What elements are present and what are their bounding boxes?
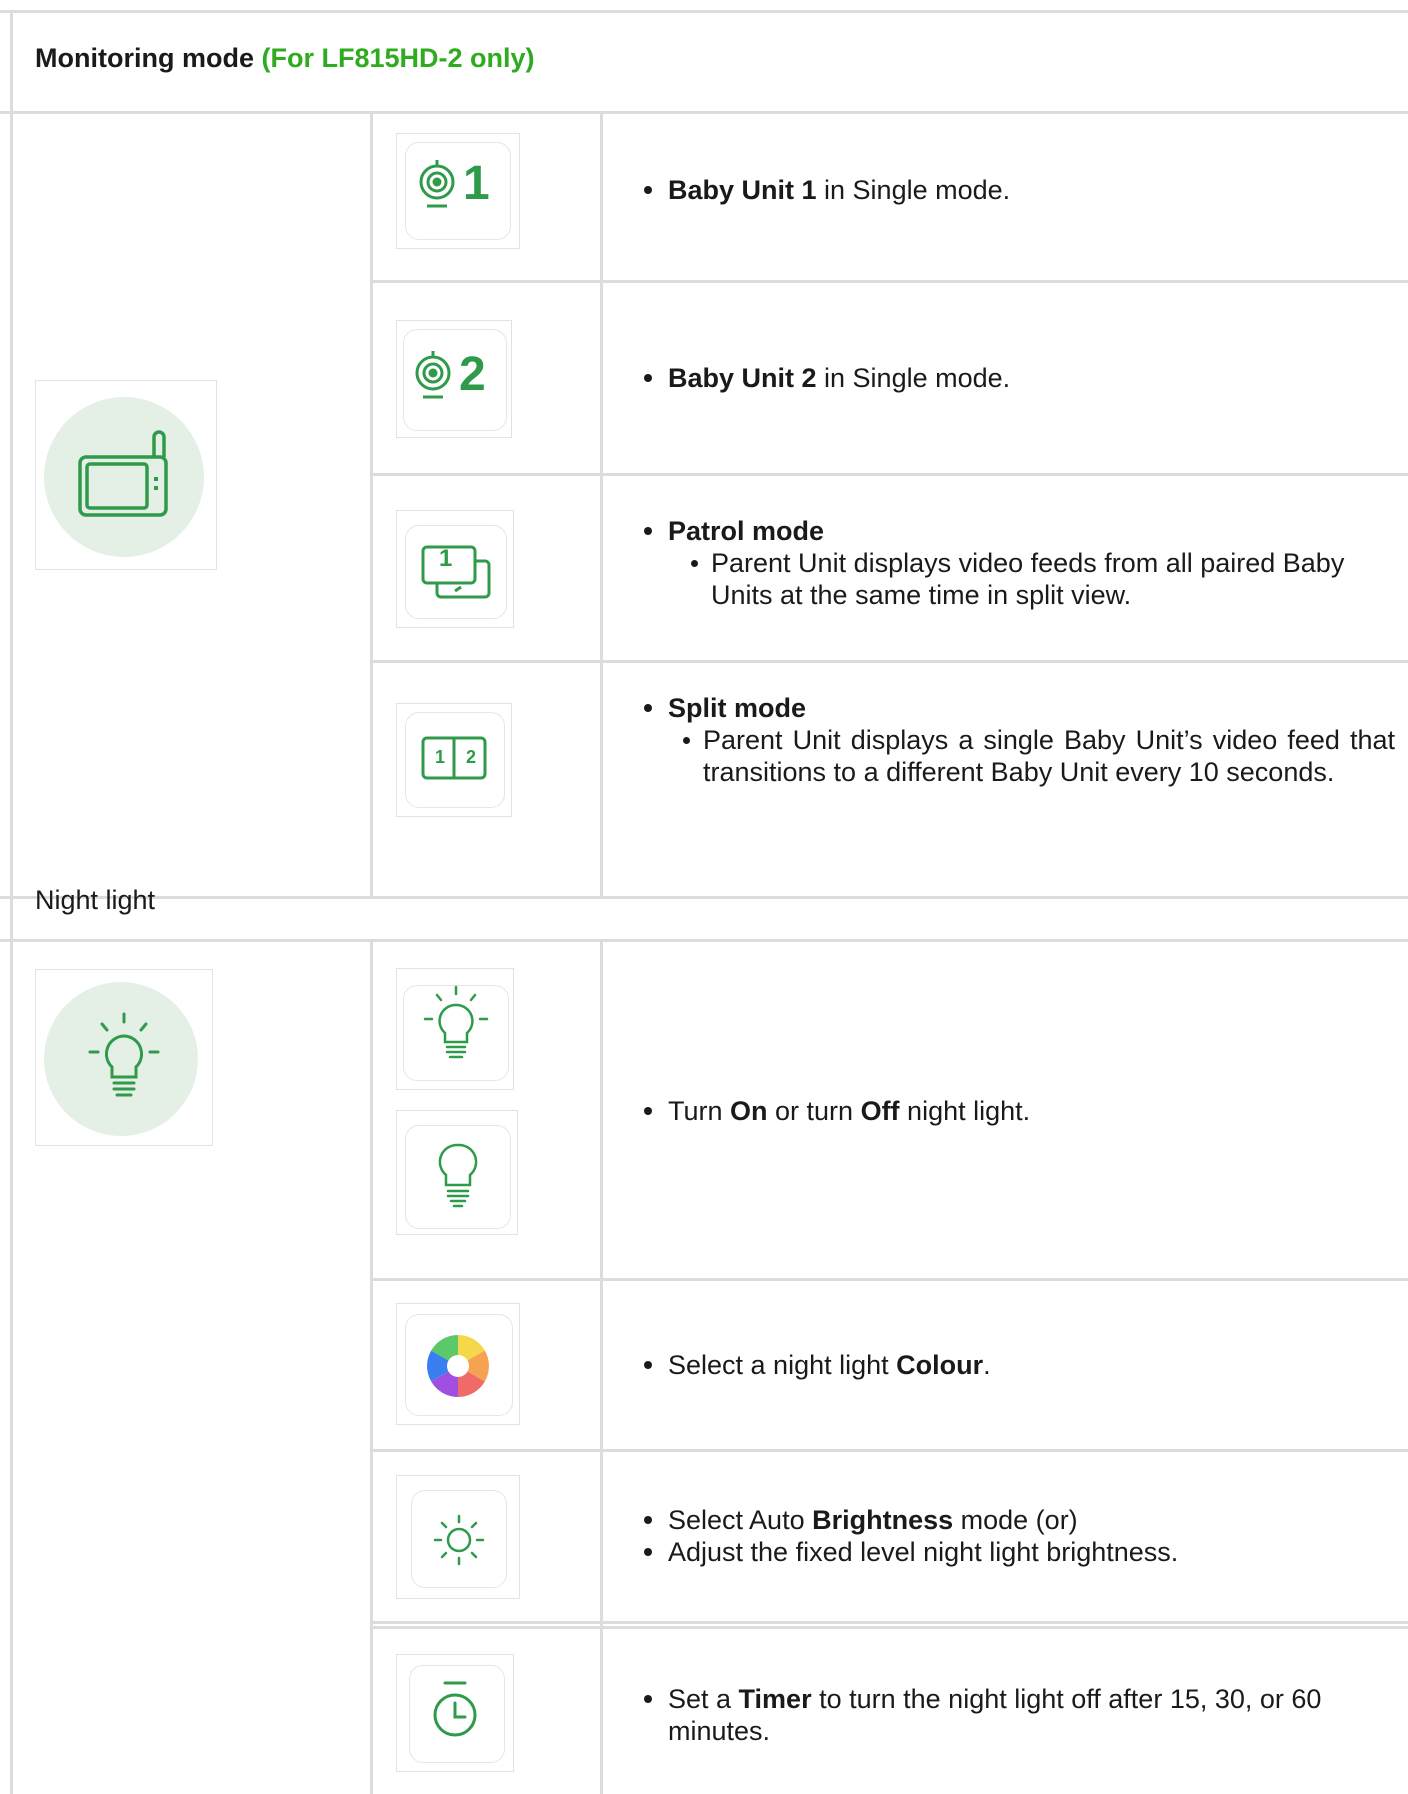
- row-divider: [370, 1278, 1408, 1281]
- patrol-mode-icon-box[interactable]: 1: [396, 510, 514, 628]
- baby-unit-1-icon-box[interactable]: 1: [396, 133, 520, 249]
- night-light-heading: Night light: [35, 885, 156, 915]
- patrol-icon-label: 1: [439, 545, 453, 572]
- parent-unit-icon-box: [35, 380, 217, 570]
- patrol-mode-icon: [421, 545, 491, 599]
- night-light-icon-box: [35, 969, 213, 1146]
- row-divider: [370, 1449, 1408, 1452]
- parent-unit-icon: [78, 430, 168, 517]
- baby-unit-1-label: Baby Unit 1: [668, 175, 817, 205]
- timer-text-1: Set a: [668, 1684, 739, 1714]
- column-divider: [600, 939, 603, 1794]
- split-mode-icon: [421, 736, 487, 780]
- patrol-mode-description: Patrol mode Parent Unit displays video f…: [644, 515, 1398, 611]
- on-off-text-2: or turn: [767, 1096, 861, 1126]
- brightness-text-3: Adjust the fixed level night light brigh…: [668, 1537, 1179, 1567]
- baby-unit-2-icon: [415, 351, 451, 399]
- baby-unit-2-icon-label: 2: [459, 348, 486, 401]
- table-border-left: [10, 10, 13, 1794]
- brightness-sun-icon: [433, 1514, 485, 1566]
- split-mode-description: Split mode Parent Unit displays a single…: [644, 692, 1398, 788]
- baby-unit-2-label: Baby Unit 2: [668, 363, 817, 393]
- brightness-text-1: Select Auto: [668, 1505, 813, 1535]
- baby-unit-1-icon: [419, 160, 455, 208]
- brightness-icon-box[interactable]: [396, 1475, 520, 1599]
- baby-unit-2-text: in Single mode.: [816, 363, 1011, 393]
- colour-label: Colour: [896, 1350, 984, 1380]
- light-off-icon-box[interactable]: [396, 1110, 518, 1235]
- split-mode-label: Split mode: [668, 693, 807, 723]
- light-on-icon: [423, 985, 489, 1059]
- colour-wheel-icon: [427, 1335, 489, 1397]
- baby-unit-2-icon-box[interactable]: 2: [396, 320, 512, 438]
- split-icon-label-2: 2: [466, 747, 477, 767]
- split-icon-label-1: 1: [435, 747, 446, 767]
- table-divider: [0, 896, 1408, 899]
- colour-icon-box[interactable]: [396, 1303, 520, 1425]
- baby-unit-1-description: Baby Unit 1 in Single mode.: [644, 174, 1398, 206]
- brightness-text-2: mode (or): [953, 1505, 1078, 1535]
- off-label: Off: [860, 1096, 900, 1126]
- split-mode-detail: Parent Unit displays a single Baby Unit’…: [703, 725, 1395, 787]
- timer-description: Set a Timer to turn the night light off …: [644, 1683, 1398, 1747]
- split-mode-icon-box[interactable]: 1 2: [396, 703, 512, 817]
- model-note: (For LF815HD-2 only): [261, 43, 535, 73]
- colour-description: Select a night light Colour.: [644, 1349, 1398, 1381]
- row-divider: [370, 280, 1408, 283]
- brightness-label: Brightness: [812, 1505, 954, 1535]
- timer-icon-box[interactable]: [396, 1654, 514, 1772]
- row-divider: [370, 473, 1408, 476]
- table-divider: [0, 939, 1408, 942]
- colour-text-2: .: [983, 1350, 991, 1380]
- patrol-mode-detail: Parent Unit displays video feeds from al…: [711, 548, 1345, 610]
- baby-unit-1-text: in Single mode.: [816, 175, 1011, 205]
- row-divider: [370, 1626, 1408, 1629]
- night-light-title: Night light: [35, 884, 155, 916]
- table-border-top: [0, 10, 1408, 13]
- colour-text-1: Select a night light: [668, 1350, 897, 1380]
- row-divider: [370, 660, 1408, 663]
- column-divider: [370, 111, 373, 897]
- timer-icon: [433, 1681, 477, 1737]
- baby-unit-2-description: Baby Unit 2 in Single mode.: [644, 362, 1398, 394]
- column-divider: [600, 111, 603, 897]
- on-off-text-1: Turn: [668, 1096, 731, 1126]
- timer-label: Timer: [738, 1684, 812, 1714]
- monitoring-mode-heading: Monitoring mode: [35, 43, 254, 73]
- brightness-description: Select Auto Brightness mode (or) Adjust …: [644, 1504, 1398, 1568]
- column-divider: [370, 939, 373, 1794]
- light-on-icon-box[interactable]: [396, 968, 514, 1090]
- on-label: On: [730, 1096, 768, 1126]
- table-divider: [0, 111, 1408, 114]
- light-off-icon: [438, 1143, 478, 1208]
- night-light-icon: [88, 1012, 160, 1097]
- light-on-off-description: Turn On or turn Off night light.: [644, 1095, 1398, 1127]
- baby-unit-1-icon-label: 1: [463, 157, 490, 210]
- row-divider: [370, 1621, 1408, 1624]
- patrol-mode-label: Patrol mode: [668, 516, 825, 546]
- monitoring-mode-title: Monitoring mode (For LF815HD-2 only): [35, 42, 535, 74]
- on-off-text-3: night light.: [899, 1096, 1031, 1126]
